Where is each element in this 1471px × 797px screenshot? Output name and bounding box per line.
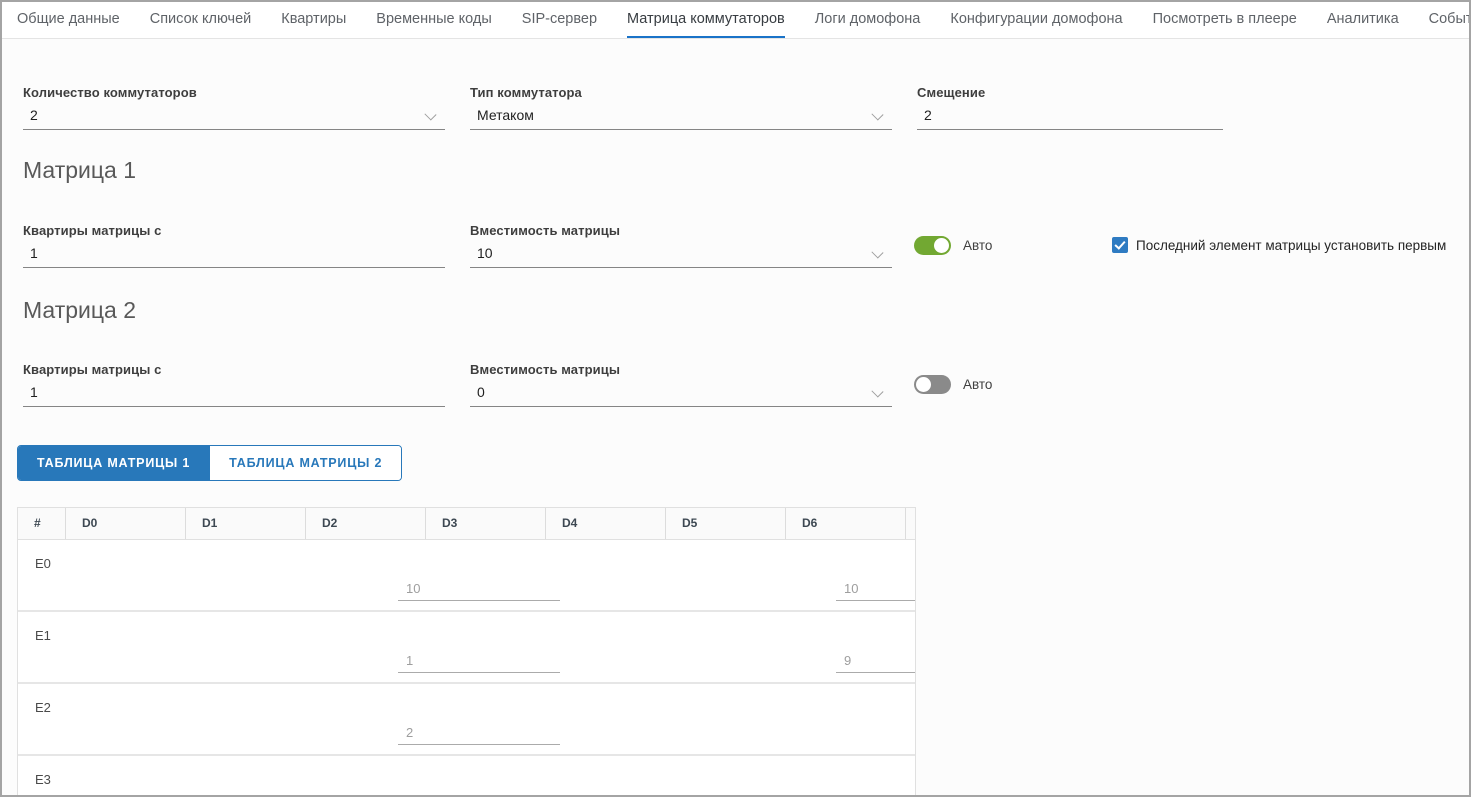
matrix2-apartments-from-input[interactable]: Квартиры матрицы с 1 bbox=[23, 362, 445, 407]
field-value: Метаком bbox=[470, 107, 892, 130]
chevron-down-icon bbox=[871, 246, 883, 258]
field-label: Тип коммутатора bbox=[470, 85, 892, 100]
app-window: Общие данные Список ключей Квартиры Временн… bbox=[0, 0, 1471, 797]
matrix-cell-value: 9 bbox=[836, 653, 916, 672]
tab-bar: Общие данные Список ключей Квартиры Временн… bbox=[2, 2, 1469, 39]
field-value: 1 bbox=[23, 384, 445, 407]
toggle-label: Авто bbox=[963, 377, 992, 392]
field-label: Количество коммутаторов bbox=[23, 85, 445, 100]
matrix-cell-input[interactable]: 2 bbox=[398, 725, 560, 745]
tab-item[interactable]: Посмотреть в плеере bbox=[1153, 2, 1297, 39]
table-row: E0 10 10 bbox=[18, 540, 915, 612]
row-label: E0 bbox=[35, 556, 51, 571]
row-label: E3 bbox=[35, 772, 51, 787]
field-value: 10 bbox=[470, 245, 892, 268]
column-header: D3 bbox=[426, 508, 546, 539]
matrix1-auto-toggle[interactable] bbox=[914, 236, 951, 255]
column-header: # bbox=[18, 508, 66, 539]
matrix1-apartments-from-input[interactable]: Квартиры матрицы с 1 bbox=[23, 223, 445, 268]
column-header: D4 bbox=[546, 508, 666, 539]
table-row: E3 bbox=[18, 756, 915, 796]
chevron-down-icon bbox=[871, 385, 883, 397]
matrix-table-tab-button[interactable]: ТАБЛИЦА МАТРИЦЫ 1 bbox=[18, 446, 209, 480]
tab-item[interactable]: Список ключей bbox=[150, 2, 252, 39]
matrix2-title: Матрица 2 bbox=[23, 297, 136, 324]
toggle-knob bbox=[916, 377, 931, 392]
row-label: E1 bbox=[35, 628, 51, 643]
column-header: D0 bbox=[66, 508, 186, 539]
matrix1-title: Матрица 1 bbox=[23, 157, 136, 184]
toggle-knob bbox=[934, 238, 949, 253]
matrix-table-tab-button[interactable]: ТАБЛИЦА МАТРИЦЫ 2 bbox=[209, 446, 401, 480]
column-header-filler bbox=[906, 508, 915, 539]
field-label: Квартиры матрицы с bbox=[23, 362, 445, 377]
field-value: 2 bbox=[917, 107, 1223, 130]
field-label: Вместимость матрицы bbox=[470, 362, 892, 377]
tab-item[interactable]: Временные коды bbox=[376, 2, 492, 39]
matrix2-capacity-select[interactable]: Вместимость матрицы 0 bbox=[470, 362, 892, 407]
tab-item[interactable]: Общие данные bbox=[17, 2, 120, 39]
matrix-table-body: E0 10 10 E1 1 9 E2 2 E3 bbox=[18, 540, 915, 796]
matrix-cell-value: 10 bbox=[398, 581, 560, 600]
tab-item[interactable]: Логи домофона bbox=[815, 2, 921, 39]
chevron-down-icon bbox=[871, 108, 883, 120]
column-header: D6 bbox=[786, 508, 906, 539]
tab-item[interactable]: SIP-сервер bbox=[522, 2, 597, 39]
matrix-table-tabs: ТАБЛИЦА МАТРИЦЫ 1ТАБЛИЦА МАТРИЦЫ 2 bbox=[17, 445, 402, 481]
field-label: Смещение bbox=[917, 85, 1223, 100]
field-label: Вместимость матрицы bbox=[470, 223, 892, 238]
table-row: E1 1 9 bbox=[18, 612, 915, 684]
matrix2-auto-toggle[interactable] bbox=[914, 375, 951, 394]
tab-item[interactable]: Квартиры bbox=[281, 2, 346, 39]
tab-item[interactable]: Аналитика bbox=[1327, 2, 1399, 39]
checkbox-checked-icon[interactable] bbox=[1112, 237, 1128, 253]
tab-item[interactable]: События bbox=[1429, 2, 1469, 39]
field-value: 0 bbox=[470, 384, 892, 407]
field-value: 1 bbox=[23, 245, 445, 268]
matrix-table: #D0D1D2D3D4D5D6 E0 10 10 E1 1 9 E2 2 E3 bbox=[17, 507, 916, 796]
field-value: 2 bbox=[23, 107, 445, 130]
matrix-cell-input[interactable]: 10 bbox=[398, 581, 560, 601]
chevron-down-icon bbox=[424, 108, 436, 120]
matrix2-auto-toggle-wrap: Авто bbox=[914, 375, 992, 394]
matrix-cell-value: 1 bbox=[398, 653, 560, 672]
row-label: E2 bbox=[35, 700, 51, 715]
matrix1-auto-toggle-wrap: Авто bbox=[914, 236, 992, 255]
checkbox-label: Последний элемент матрицы установить пер… bbox=[1136, 238, 1446, 253]
column-header: D2 bbox=[306, 508, 426, 539]
matrix-cell-value: 10 bbox=[836, 581, 916, 600]
matrix-table-header: #D0D1D2D3D4D5D6 bbox=[18, 508, 915, 540]
column-header: D1 bbox=[186, 508, 306, 539]
field-label: Квартиры матрицы с bbox=[23, 223, 445, 238]
matrix-cell-value: 2 bbox=[398, 725, 560, 744]
matrix1-last-first-checkbox-wrap[interactable]: Последний элемент матрицы установить пер… bbox=[1112, 237, 1446, 253]
tab-item[interactable]: Конфигурации домофона bbox=[950, 2, 1122, 39]
matrix-cell-input[interactable]: 1 bbox=[398, 653, 560, 673]
column-header: D5 bbox=[666, 508, 786, 539]
tab-item-active[interactable]: Матрица коммутаторов bbox=[627, 2, 785, 39]
toggle-label: Авто bbox=[963, 238, 992, 253]
matrix-cell-input[interactable]: 9 bbox=[836, 653, 916, 673]
switch-type-select[interactable]: Тип коммутатора Метаком bbox=[470, 85, 892, 130]
table-row: E2 2 bbox=[18, 684, 915, 756]
matrix1-capacity-select[interactable]: Вместимость матрицы 10 bbox=[470, 223, 892, 268]
offset-input[interactable]: Смещение 2 bbox=[917, 85, 1223, 130]
matrix-cell-input[interactable]: 10 bbox=[836, 581, 916, 601]
switch-count-select[interactable]: Количество коммутаторов 2 bbox=[23, 85, 445, 130]
